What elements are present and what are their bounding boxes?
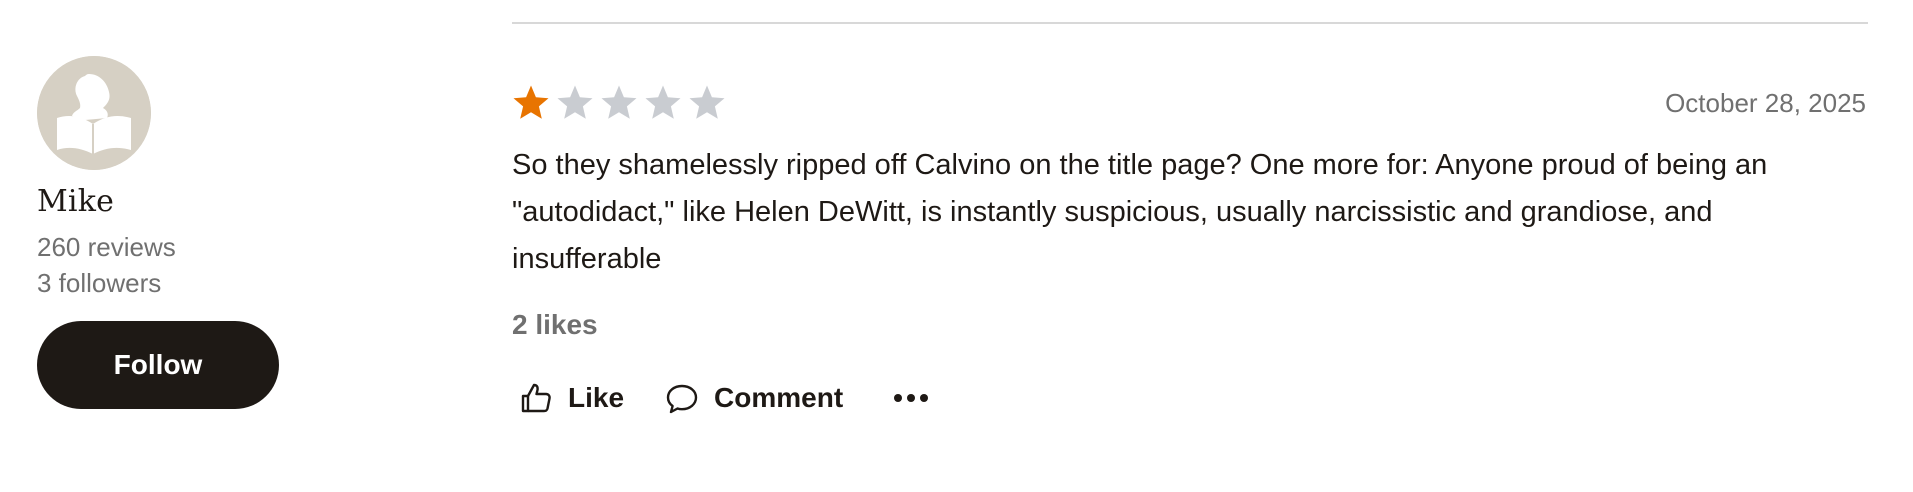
reviews-count: 260 reviews [37, 232, 176, 262]
star-filled-icon [513, 85, 549, 119]
comment-label: Comment [714, 382, 844, 413]
thumbs-up-icon [521, 383, 551, 413]
like-button[interactable]: Like [512, 380, 624, 416]
review-card: October 28, 2025 So they shamelessly rip… [512, 80, 1868, 421]
review-header: October 28, 2025 [512, 80, 1868, 126]
reader-silhouette-icon [37, 56, 151, 170]
more-options-button[interactable] [891, 378, 931, 418]
star-empty-icon [557, 85, 593, 119]
star-empty-icon [645, 85, 681, 119]
follow-button[interactable]: Follow [37, 321, 279, 409]
like-label: Like [568, 382, 625, 413]
star-empty-icon [601, 85, 637, 119]
review-actions: Like Comment [512, 375, 1868, 421]
top-divider [512, 22, 1868, 24]
reviewer-profile: Mike 260 reviews 3 followers Follow [37, 56, 327, 409]
avatar[interactable] [37, 56, 151, 170]
speech-bubble-icon [666, 384, 698, 414]
followers-count: 3 followers [37, 268, 162, 298]
reviewer-name[interactable]: Mike [37, 184, 327, 219]
more-dots-icon [894, 394, 929, 402]
likes-count[interactable]: 2 likes [512, 309, 1868, 341]
star-rating [512, 84, 726, 122]
star-empty-icon [689, 85, 725, 119]
review-text: So they shamelessly ripped off Calvino o… [512, 149, 1768, 275]
review-date[interactable]: October 28, 2025 [1665, 88, 1866, 119]
comment-button[interactable]: Comment [658, 380, 843, 416]
